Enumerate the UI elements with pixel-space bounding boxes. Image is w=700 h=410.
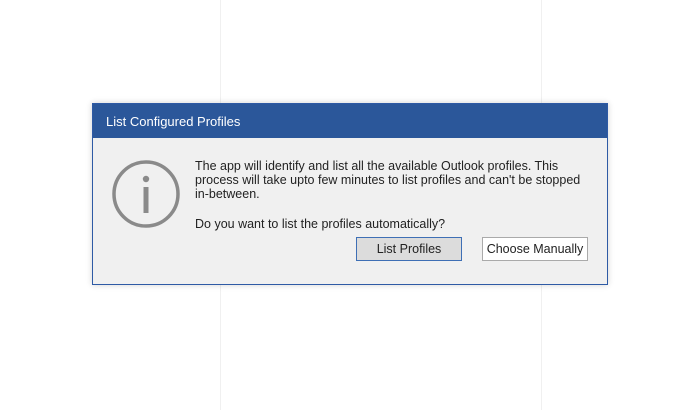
info-circle-icon xyxy=(112,160,180,228)
dialog-title: List Configured Profiles xyxy=(93,104,607,138)
dialog-question: Do you want to list the profiles automat… xyxy=(195,217,446,231)
list-profiles-dialog: List Configured Profiles The app will id… xyxy=(92,103,608,285)
dialog-message: The app will identify and list all the a… xyxy=(195,159,581,201)
choose-manually-button[interactable]: Choose Manually xyxy=(482,237,588,261)
list-profiles-button[interactable]: List Profiles xyxy=(356,237,462,261)
